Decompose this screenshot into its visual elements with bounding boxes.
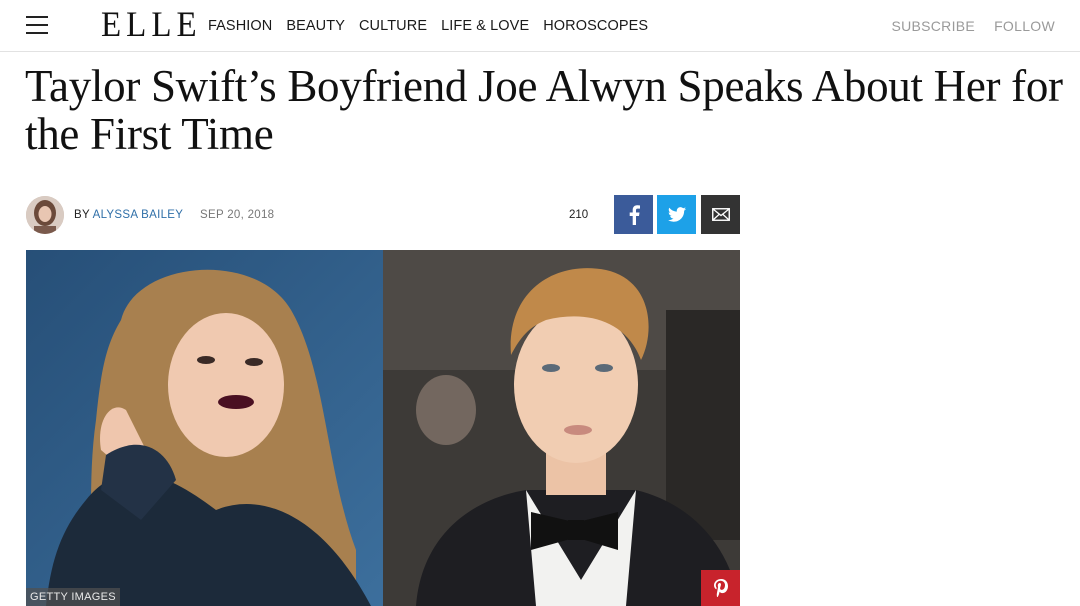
site-header: ELLE FASHION BEAUTY CULTURE LIFE & LOVE …: [0, 0, 1080, 52]
hamburger-menu-icon[interactable]: [26, 16, 48, 36]
facebook-icon: [629, 204, 640, 225]
nav-beauty[interactable]: BEAUTY: [286, 18, 345, 34]
main-nav: FASHION BEAUTY CULTURE LIFE & LOVE HOROS…: [208, 18, 662, 34]
nav-culture[interactable]: CULTURE: [359, 18, 427, 34]
pinterest-icon: [713, 579, 728, 597]
hero-photo-composite: [26, 250, 740, 606]
image-credit: GETTY IMAGES: [26, 588, 120, 606]
author-avatar[interactable]: [26, 196, 64, 234]
twitter-share-button[interactable]: [657, 195, 696, 234]
nav-horoscopes[interactable]: HOROSCOPES: [543, 18, 648, 34]
email-share-button[interactable]: [701, 195, 740, 234]
follow-link[interactable]: FOLLOW: [994, 18, 1055, 34]
byline-prefix: BY: [74, 209, 90, 221]
email-icon: [711, 208, 730, 221]
subscribe-link[interactable]: SUBSCRIBE: [891, 18, 975, 34]
twitter-icon: [667, 207, 686, 222]
pinterest-save-button[interactable]: [701, 570, 740, 606]
article-headline: Taylor Swift’s Boyfriend Joe Alwyn Speak…: [25, 61, 1063, 159]
author-link[interactable]: ALYSSA BAILEY: [93, 209, 184, 221]
share-count: 210: [569, 209, 589, 221]
publish-date: SEP 20, 2018: [200, 209, 275, 221]
article-hero-image[interactable]: [26, 250, 740, 606]
header-actions: SUBSCRIBE FOLLOW: [872, 18, 1055, 34]
nav-life-and-love[interactable]: LIFE & LOVE: [441, 18, 529, 34]
facebook-share-button[interactable]: [614, 195, 653, 234]
elle-logo[interactable]: ELLE: [101, 6, 202, 46]
byline: BY ALYSSA BAILEY: [74, 209, 183, 221]
nav-fashion[interactable]: FASHION: [208, 18, 272, 34]
